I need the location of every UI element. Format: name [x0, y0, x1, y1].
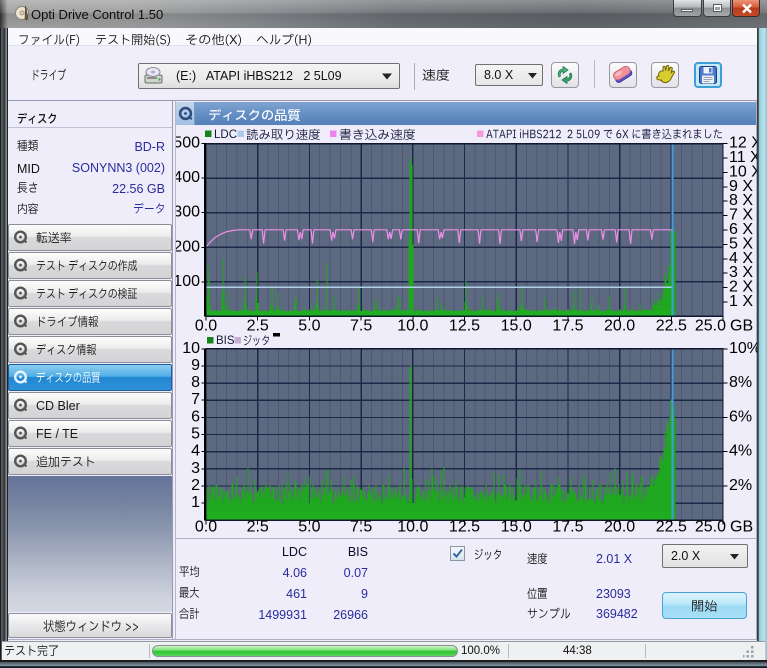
svg-text:10%: 10% [729, 340, 757, 357]
svg-text:5.0: 5.0 [298, 318, 320, 335]
svg-text:7.5: 7.5 [350, 318, 372, 335]
svg-text:1: 1 [191, 494, 200, 511]
svg-text:GB: GB [730, 519, 753, 536]
svg-text:25.0: 25.0 [695, 318, 726, 335]
svg-text:20.0: 20.0 [604, 519, 635, 536]
svg-text:12 X: 12 X [729, 135, 757, 152]
svg-text:400: 400 [176, 169, 200, 186]
svg-text:0.0: 0.0 [195, 519, 217, 536]
svg-text:17.5: 17.5 [552, 519, 583, 536]
svg-text:2.5: 2.5 [247, 318, 269, 335]
svg-text:500: 500 [176, 135, 200, 152]
svg-text:200: 200 [176, 238, 200, 255]
svg-text:17.5: 17.5 [552, 318, 583, 335]
svg-text:100: 100 [176, 273, 200, 290]
svg-text:5.0: 5.0 [298, 519, 320, 536]
svg-text:5: 5 [191, 426, 200, 443]
svg-text:10.0: 10.0 [397, 519, 428, 536]
svg-text:10.0: 10.0 [397, 318, 428, 335]
svg-text:22.5: 22.5 [656, 519, 687, 536]
svg-text:4%: 4% [729, 443, 752, 460]
svg-text:3: 3 [191, 460, 200, 477]
svg-text:25.0: 25.0 [695, 519, 726, 536]
svg-text:15.0: 15.0 [501, 519, 532, 536]
svg-text:12.5: 12.5 [449, 519, 480, 536]
svg-text:12.5: 12.5 [449, 318, 480, 335]
svg-text:4: 4 [191, 443, 200, 460]
svg-text:8: 8 [191, 374, 200, 391]
svg-text:6%: 6% [729, 408, 752, 425]
svg-text:20.0: 20.0 [604, 318, 635, 335]
svg-text:7: 7 [191, 391, 200, 408]
svg-text:2.5: 2.5 [247, 519, 269, 536]
svg-text:0.0: 0.0 [195, 318, 217, 335]
svg-text:300: 300 [176, 204, 200, 221]
svg-text:GB: GB [730, 318, 753, 335]
svg-text:15.0: 15.0 [501, 318, 532, 335]
svg-text:9: 9 [191, 357, 200, 374]
svg-text:22.5: 22.5 [656, 318, 687, 335]
svg-text:10: 10 [182, 340, 200, 357]
svg-text:8%: 8% [729, 374, 752, 391]
svg-text:7.5: 7.5 [350, 519, 372, 536]
svg-text:6: 6 [191, 408, 200, 425]
svg-text:2: 2 [191, 477, 200, 494]
svg-text:2%: 2% [729, 477, 752, 494]
